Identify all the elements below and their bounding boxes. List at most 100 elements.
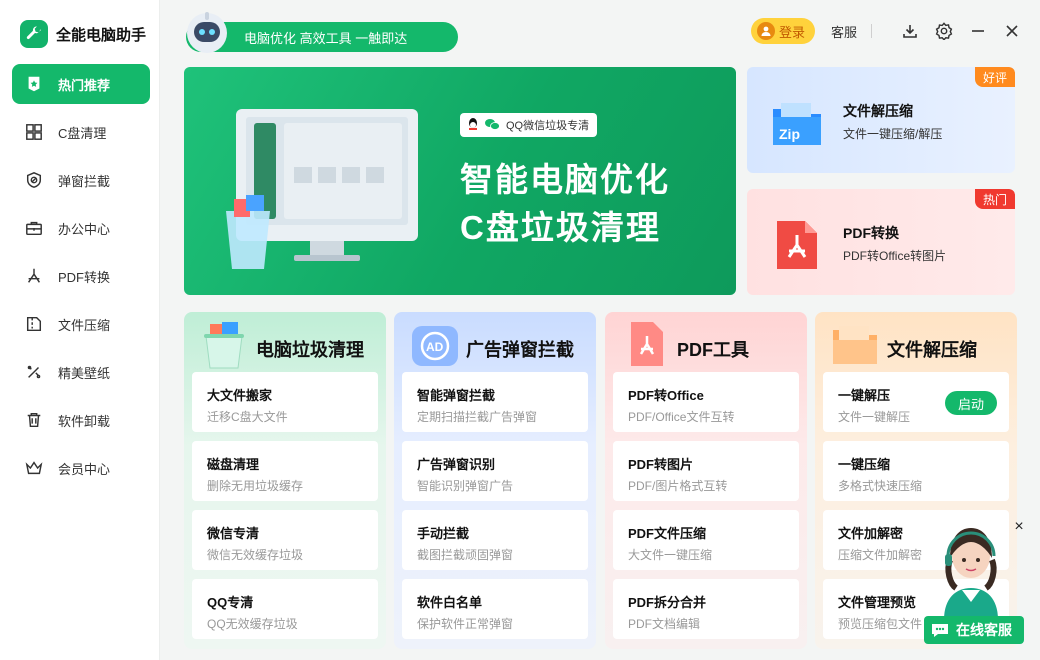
sidebar-item-office[interactable]: 办公中心 [12,208,150,248]
svg-text:AD: AD [426,340,444,354]
feature-item[interactable]: PDF转Office PDF/Office文件互转 [613,372,799,432]
zip-feature-card[interactable]: 好评 Zip 文件解压缩 文件一键压缩/解压 [747,67,1015,173]
sidebar-item-label: 软件卸载 [58,413,111,429]
pdf-feature-card[interactable]: 热门 PDF转换 PDF转Office转图片 [747,189,1015,295]
feature-item[interactable]: 软件白名单 保护软件正常弹窗 [402,579,588,639]
sidebar-item-hot[interactable]: 热门推荐 [12,64,150,104]
wallpaper-icon [24,362,44,382]
feature-subtitle: 多格式快速压缩 [838,479,923,493]
sidebar-item-label: 热门推荐 [58,77,111,93]
popup-block-column: AD 广告弹窗拦截 智能弹窗拦截 定期扫描拦截广告弹窗 广告弹窗识别 智能识别弹… [394,312,596,649]
banner-tag-label: QQ微信垃圾专清 [506,120,590,132]
feature-item[interactable]: QQ专清 QQ无效缓存垃圾 [192,579,378,639]
brand: 全能电脑助手 [20,20,146,48]
junk-clean-column: 电脑垃圾清理 大文件搬家 迁移C盘大文件 磁盘清理 删除无用垃圾缓存 微信专清 … [184,312,386,649]
app-name: 全能电脑助手 [56,26,147,44]
feature-item[interactable]: PDF拆分合并 PDF文档编辑 [613,579,799,639]
feature-item[interactable]: 智能弹窗拦截 定期扫描拦截广告弹窗 [402,372,588,432]
trash-icon [24,410,44,430]
folder-icon [833,326,877,364]
feature-title: PDF转Office [628,388,704,403]
feature-subtitle: 微信无效缓存垃圾 [207,548,304,562]
pdf-doc-icon [631,322,663,366]
feature-subtitle: 截图拦截顽固弹窗 [417,548,514,562]
wechat-icon [484,117,500,134]
recycle-bin-icon [204,322,244,369]
feature-item[interactable]: 微信专清 微信无效缓存垃圾 [192,510,378,570]
feature-title: 微信专清 [207,526,260,541]
feature-title: PDF转图片 [628,457,694,472]
promo-banner[interactable]: QQ微信垃圾专清 智能电脑优化 C盘垃圾清理 [184,67,736,295]
feature-title: 软件白名单 [417,595,483,610]
feature-item[interactable]: 一键压缩 多格式快速压缩 [823,441,1009,501]
feature-subtitle: 迁移C盘大文件 [207,410,288,424]
briefcase-icon [24,218,44,238]
pdf-tools-column: PDF工具 PDF转Office PDF/Office文件互转 PDF转图片 P… [605,312,807,649]
feature-subtitle: 智能识别弹窗广告 [417,479,514,493]
download-icon[interactable] [900,21,920,41]
customer-service-link[interactable]: 客服 [831,22,857,41]
login-button[interactable]: 登录 [750,18,815,44]
zip-card-subtitle: 文件一键压缩/解压 [843,127,943,141]
sidebar-item-wallpaper[interactable]: 精美壁纸 [12,352,150,392]
robot-mascot-icon [187,12,227,53]
svg-text:Zip: Zip [779,126,800,142]
sidebar-item-zip[interactable]: 文件压缩 [12,304,150,344]
slogan-text: 电脑优化 高效工具 一触即达 [244,30,408,46]
minimize-icon[interactable] [968,21,988,41]
feature-title: PDF拆分合并 [628,595,707,610]
sidebar-item-pdf[interactable]: PDF转换 [12,256,150,296]
hot-badge: 热门 [974,189,1015,209]
shield-icon [24,170,44,190]
sidebar-item-label: 会员中心 [58,461,111,477]
feature-item[interactable]: 手动拦截 截图拦截顽固弹窗 [402,510,588,570]
online-service-button[interactable]: 在线客服 [924,616,1024,644]
zip-icon [24,314,44,334]
good-review-badge: 好评 [974,67,1015,87]
sidebar-item-c-clean[interactable]: C盘清理 [12,112,150,152]
qq-icon [466,117,480,134]
sidebar-item-member[interactable]: 会员中心 [12,448,150,488]
column-title: 广告弹窗拦截 [466,340,574,360]
feature-title: QQ专清 [207,595,254,610]
banner-title-line2: C盘垃圾清理 [460,209,661,246]
feature-item[interactable]: 磁盘清理 删除无用垃圾缓存 [192,441,378,501]
zip-card-title: 文件解压缩 [843,103,913,119]
feature-item[interactable]: PDF转图片 PDF/图片格式互转 [613,441,799,501]
feature-subtitle: QQ无效缓存垃圾 [207,617,298,631]
feature-item[interactable]: 大文件搬家 迁移C盘大文件 [192,372,378,432]
feature-item[interactable]: 一键解压 文件一键解压 启动 [823,372,1009,432]
chat-icon [932,624,948,637]
feature-subtitle: 大文件一键压缩 [628,548,713,562]
computer-illustration-icon [226,109,418,269]
sidebar-item-uninstall[interactable]: 软件卸载 [12,400,150,440]
feature-subtitle: 删除无用垃圾缓存 [207,479,304,493]
feature-item[interactable]: 广告弹窗识别 智能识别弹窗广告 [402,441,588,501]
close-icon[interactable] [1002,21,1022,41]
user-icon [756,22,775,40]
feature-title: 大文件搬家 [207,388,273,403]
feature-subtitle: 定期扫描拦截广告弹窗 [417,410,538,424]
column-title: PDF工具 [677,340,749,360]
feature-subtitle: PDF文档编辑 [628,617,701,631]
pdf-card-subtitle: PDF转Office转图片 [843,249,947,263]
feature-item[interactable]: PDF文件压缩 大文件一键压缩 [613,510,799,570]
column-title: 文件解压缩 [887,340,977,360]
window-controls: 登录 客服 [750,18,1022,44]
banner-tag: QQ微信垃圾专清 [460,113,598,137]
ad-block-icon: AD [412,326,458,366]
sidebar-item-label: 办公中心 [58,221,111,237]
service-close-icon[interactable]: × [1012,519,1026,535]
wrench-logo-icon [20,20,48,48]
crown-icon [24,458,44,478]
slogan-pill: 电脑优化 高效工具 一触即达 [186,12,458,53]
settings-icon[interactable] [934,21,954,41]
hot-icon [24,74,44,94]
column-title: 电脑垃圾清理 [256,340,364,360]
sidebar-item-popup-block[interactable]: 弹窗拦截 [12,160,150,200]
start-button[interactable]: 启动 [945,391,997,415]
banner-title-line1: 智能电脑优化 [460,161,670,198]
divider [871,24,872,38]
sidebar: 全能电脑助手 热门推荐 C盘清理 弹窗拦截 办公中心 PDF转换 文件压缩 精美… [0,0,160,660]
pdf-icon [24,266,44,286]
